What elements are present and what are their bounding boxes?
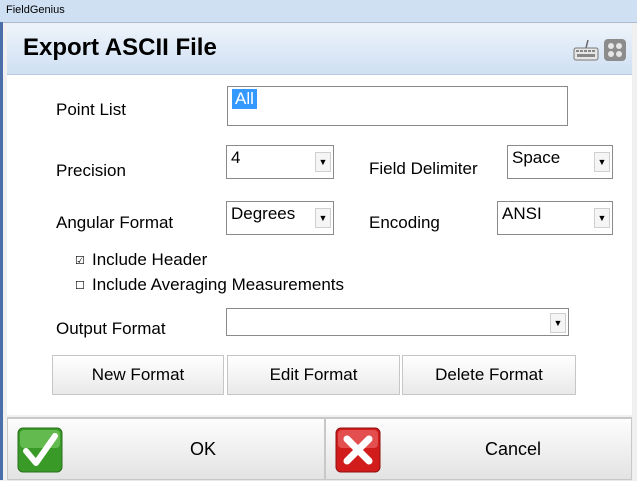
window-edge	[0, 22, 3, 480]
app-name: FieldGenius	[6, 4, 65, 16]
dialog-header: Export ASCII File	[7, 24, 632, 75]
unchecked-box-icon: ☐	[75, 280, 85, 292]
dialog-title: Export ASCII File	[23, 34, 217, 61]
dialog-footer: OK Cancel	[7, 417, 632, 481]
checked-box-icon: ☑	[75, 255, 85, 267]
include-averaging-label: Include Averaging Measurements	[92, 275, 345, 294]
precision-select[interactable]: 4 ▼	[226, 145, 334, 179]
grid-icon[interactable]	[603, 38, 627, 62]
point-list-label: Point List	[56, 100, 126, 119]
export-form: Point List All Precision 4 ▼ Field Delim…	[7, 75, 632, 415]
edit-format-button[interactable]: Edit Format	[227, 355, 400, 395]
point-list-value: All	[232, 89, 257, 109]
chevron-down-icon: ▼	[594, 152, 610, 172]
angular-format-select[interactable]: Degrees ▼	[226, 201, 334, 235]
include-header-checkbox[interactable]: ☑ Include Header	[75, 250, 207, 270]
chevron-down-icon: ▼	[550, 313, 566, 333]
ok-button[interactable]: OK	[7, 418, 325, 480]
field-delimiter-value: Space	[512, 148, 561, 167]
ok-label: OK	[190, 439, 217, 459]
encoding-select[interactable]: ANSI ▼	[497, 201, 613, 235]
new-format-button[interactable]: New Format	[52, 355, 224, 395]
encoding-value: ANSI	[502, 204, 542, 223]
chevron-down-icon: ▼	[594, 208, 610, 228]
include-averaging-checkbox[interactable]: ☐ Include Averaging Measurements	[75, 275, 344, 295]
precision-value: 4	[231, 148, 241, 167]
field-delimiter-label: Field Delimiter	[369, 159, 478, 178]
close-icon	[335, 427, 381, 473]
angular-format-value: Degrees	[231, 204, 296, 223]
angular-format-label: Angular Format	[56, 213, 174, 232]
field-delimiter-select[interactable]: Space ▼	[507, 145, 613, 179]
include-header-label: Include Header	[92, 250, 208, 269]
output-format-label: Output Format	[56, 319, 166, 338]
point-list-input[interactable]: All	[227, 86, 568, 126]
keyboard-icon[interactable]	[572, 38, 600, 62]
chevron-down-icon: ▼	[315, 152, 331, 172]
cancel-button[interactable]: Cancel	[325, 418, 632, 480]
encoding-label: Encoding	[369, 213, 440, 232]
chevron-down-icon: ▼	[315, 208, 331, 228]
output-format-select[interactable]: ▼	[226, 308, 569, 336]
title-bar: FieldGenius	[0, 0, 637, 23]
precision-label: Precision	[56, 161, 126, 180]
delete-format-button[interactable]: Delete Format	[402, 355, 576, 395]
cancel-label: Cancel	[485, 439, 542, 459]
checkmark-icon	[17, 427, 63, 473]
